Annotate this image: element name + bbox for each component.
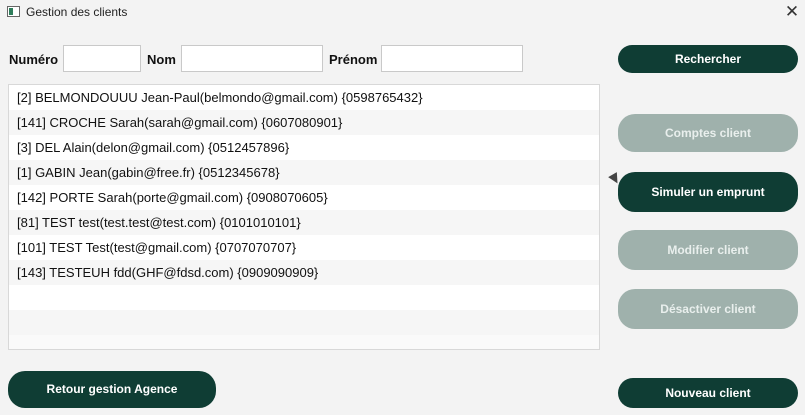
list-item[interactable]: [142] PORTE Sarah(porte@gmail.com) {0908…: [9, 185, 599, 210]
list-empty-row: [9, 310, 599, 335]
simuler-emprunt-button[interactable]: Simuler un emprunt: [618, 172, 798, 212]
list-item[interactable]: [141] CROCHE Sarah(sarah@gmail.com) {060…: [9, 110, 599, 135]
numero-input[interactable]: [63, 45, 141, 72]
nom-label: Nom: [147, 52, 176, 67]
list-item[interactable]: [2] BELMONDOUUU Jean-Paul(belmondo@gmail…: [9, 85, 599, 110]
comptes-client-button[interactable]: Comptes client: [618, 114, 798, 152]
list-item[interactable]: [143] TESTEUH fdd(GHF@fdsd.com) {0909090…: [9, 260, 599, 285]
numero-label: Numéro: [9, 52, 59, 67]
list-item[interactable]: [3] DEL Alain(delon@gmail.com) {05124578…: [9, 135, 599, 160]
rechercher-button[interactable]: Rechercher: [618, 45, 798, 73]
close-icon[interactable]: ✕: [782, 2, 802, 22]
title-bar: Gestion des clients ✕: [0, 0, 805, 24]
prenom-label: Prénom: [329, 52, 378, 67]
list-item[interactable]: [101] TEST Test(test@gmail.com) {0707070…: [9, 235, 599, 260]
list-item[interactable]: [1] GABIN Jean(gabin@free.fr) {051234567…: [9, 160, 599, 185]
prenom-input[interactable]: [381, 45, 523, 72]
clients-list[interactable]: [2] BELMONDOUUU Jean-Paul(belmondo@gmail…: [8, 84, 600, 350]
desactiver-client-button[interactable]: Désactiver client: [618, 289, 798, 329]
list-item[interactable]: [81] TEST test(test.test@test.com) {0101…: [9, 210, 599, 235]
nom-input[interactable]: [181, 45, 323, 72]
app-icon: [7, 6, 20, 17]
modifier-client-button[interactable]: Modifier client: [618, 230, 798, 270]
nouveau-client-button[interactable]: Nouveau client: [618, 378, 798, 408]
retour-agence-button[interactable]: Retour gestion Agence: [8, 371, 216, 408]
list-empty-row: [9, 285, 599, 310]
window-title: Gestion des clients: [26, 5, 128, 19]
